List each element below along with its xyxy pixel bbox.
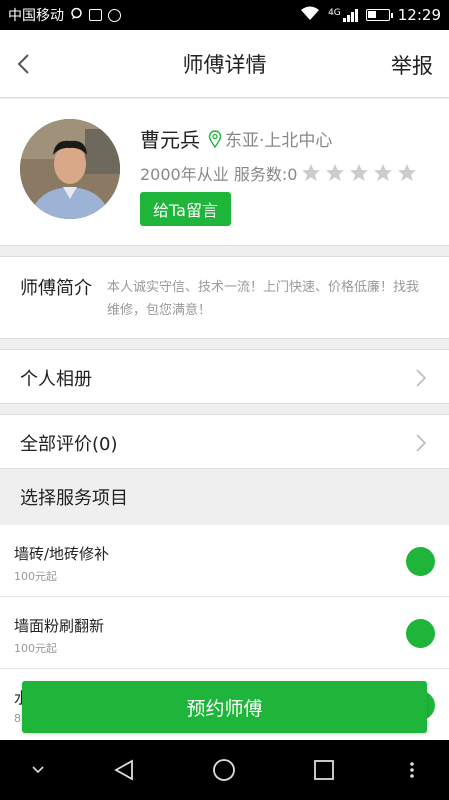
nav-recents-button[interactable]: [304, 740, 344, 800]
nav-home-button[interactable]: [204, 740, 244, 800]
avatar: [20, 119, 120, 219]
recents-square-icon: [314, 760, 334, 780]
star-icon: [398, 164, 417, 181]
leave-message-button[interactable]: 给Ta留言: [140, 192, 231, 226]
image-icon: [89, 9, 102, 21]
blocked-icon: [108, 8, 121, 22]
selected-check-icon[interactable]: [406, 547, 435, 576]
worker-avatar-photo: [20, 119, 120, 219]
star-icon: [326, 164, 345, 181]
selected-check-icon[interactable]: [406, 619, 435, 648]
service-price: 100元起: [14, 570, 57, 583]
reviews-row-label: 全部评价(0): [20, 434, 118, 455]
network-type: 4G: [328, 7, 341, 18]
page-title: 师傅详情: [182, 52, 267, 77]
service-item[interactable]: 墙砖/地砖修补 100元起: [0, 525, 449, 597]
app-header: 师傅详情 举报: [0, 30, 449, 98]
nav-back-button[interactable]: [104, 740, 144, 800]
carrier-label: 中国移动: [8, 8, 64, 24]
intro-text: 本人诚实守信、技术一流！上门快速、价格低廉！找我维修，包您满意！: [107, 280, 420, 318]
service-price: 8: [14, 712, 21, 725]
clock: 12:29: [397, 6, 441, 24]
album-row[interactable]: 个人相册: [0, 349, 449, 404]
service-count-text: 服务数:0: [233, 165, 298, 184]
worker-name: 曹元兵: [140, 128, 200, 152]
service-item[interactable]: 墙面粉刷翻新 100元起: [0, 597, 449, 669]
services-section-title: 选择服务项目: [20, 488, 128, 509]
home-circle-icon: [213, 759, 235, 781]
chevron-down-icon: [32, 766, 44, 774]
chat-bubble-icon: [70, 7, 83, 24]
more-dots-icon: [410, 762, 414, 778]
chevron-right-icon: [416, 369, 427, 387]
status-bar: 中国移动 4G 12:29: [0, 0, 449, 30]
experience-text: 2000年从业: [140, 165, 229, 184]
status-left: 中国移动: [8, 5, 121, 25]
worker-meta: 2000年从业 服务数:0: [140, 161, 421, 185]
star-icon: [374, 164, 393, 181]
hide-keyboard-button[interactable]: [18, 740, 58, 800]
service-name: 墙面粉刷翻新: [14, 617, 105, 635]
star-icon: [302, 164, 321, 181]
rating-stars: [301, 163, 421, 183]
reviews-row[interactable]: 全部评价(0): [0, 414, 449, 469]
star-icon: [350, 164, 369, 181]
chevron-right-icon: [416, 434, 427, 452]
system-nav-bar: [0, 740, 449, 800]
signal-icon: [342, 8, 358, 22]
service-price: 100元起: [14, 642, 57, 655]
status-right: 4G 12:29: [300, 6, 441, 25]
nav-more-button[interactable]: [392, 740, 432, 800]
service-name: 墙砖/地砖修补: [14, 545, 110, 563]
location-text: 东亚·上北中心: [225, 131, 333, 151]
back-triangle-icon: [114, 759, 133, 781]
worker-intro: 师傅简介 本人诚实守信、技术一流！上门快速、价格低廉！找我维修，包您满意！: [0, 256, 449, 339]
location-pin-icon: [208, 129, 222, 148]
worker-location: 东亚·上北中心: [208, 126, 332, 151]
album-row-label: 个人相册: [20, 369, 92, 390]
book-worker-button[interactable]: 预约师傅: [22, 681, 427, 733]
battery-icon: [365, 9, 393, 21]
worker-profile-card: 曹元兵 东亚·上北中心 2000年从业 服务数:0 给Ta留言: [0, 99, 449, 246]
intro-label: 师傅简介: [20, 278, 92, 299]
cell-signal: 4G: [328, 7, 358, 22]
wifi-icon: [300, 6, 320, 25]
report-button[interactable]: 举报: [391, 50, 433, 80]
